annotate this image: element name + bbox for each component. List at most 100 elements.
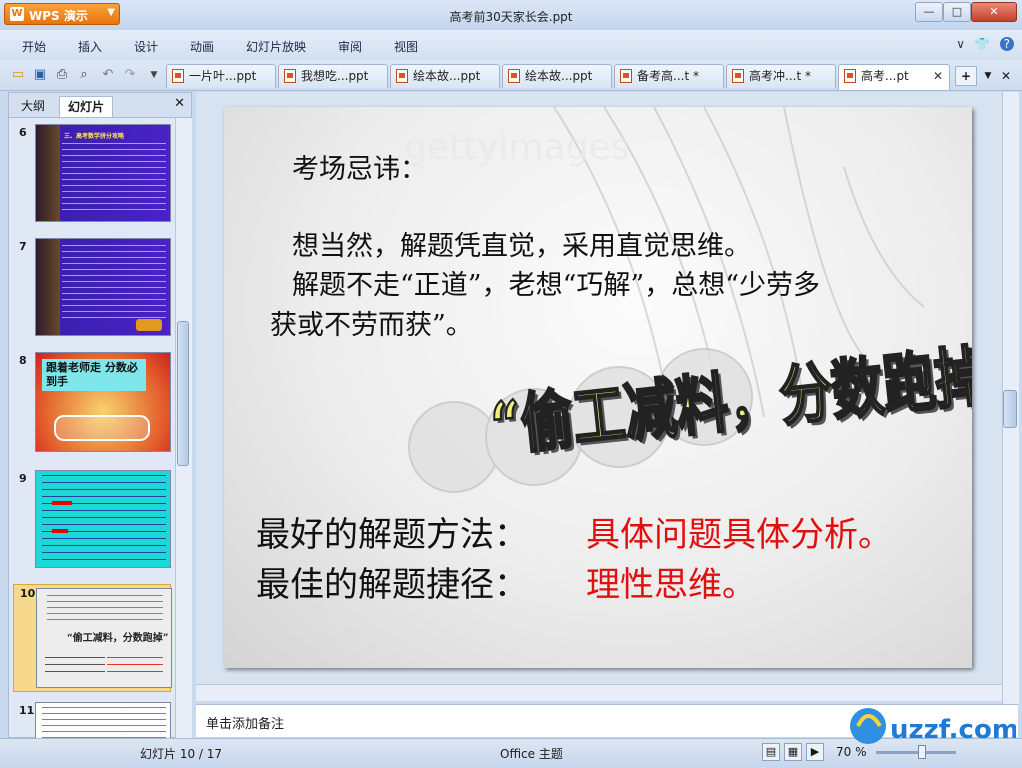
horizontal-scrollbar[interactable]: [196, 684, 1002, 701]
doc-tab-2[interactable]: 我想吃...ppt: [278, 64, 388, 88]
slide-editor: gettyimages 考场忌讳： 想当然，解题凭直觉，采用直觉思维。 解题不走…: [196, 92, 1002, 684]
slides-pane: 大纲 幻灯片 ✕ 6 三、高考数学拼分攻略 7 8 跟着老师走 分数必到手 9 …: [8, 92, 192, 738]
new-tab-button[interactable]: +: [955, 66, 977, 86]
thumbnail-slide-8[interactable]: 8 跟着老师走 分数必到手: [13, 352, 171, 454]
menu-home[interactable]: 开始: [22, 38, 46, 55]
normal-view-button[interactable]: ▤: [762, 743, 780, 761]
theme-name: Office 主题: [500, 747, 563, 761]
slide-heading: 考场忌讳：: [292, 154, 427, 185]
doc-tab-active[interactable]: 高考...pt ✕: [838, 64, 950, 90]
tab-label: 我想吃...ppt: [301, 69, 369, 83]
menu-right-controls: ∨ 👕 ?: [950, 37, 1014, 51]
thumbnail-title: 跟着老师走 分数必到手: [42, 359, 146, 391]
window-title: 高考前30天家长会.ppt: [449, 10, 573, 24]
uzzf-watermark-logo: uzzf.com: [850, 708, 1016, 745]
zoom-slider[interactable]: [876, 751, 956, 754]
thumbnail-number: 8: [19, 354, 27, 367]
ppt-file-icon: [172, 69, 184, 83]
slideshow-view-button[interactable]: ▶: [806, 743, 824, 761]
image-watermark: gettyimages: [404, 127, 630, 168]
thumbnail-number: 7: [19, 240, 27, 253]
thumbnail-number: 6: [19, 126, 27, 139]
tab-list-dropdown-icon[interactable]: ▼: [980, 66, 996, 86]
best-method-label: 最好的解题方法：: [256, 515, 528, 555]
current-slide[interactable]: gettyimages 考场忌讳： 想当然，解题凭直觉，采用直觉思维。 解题不走…: [224, 107, 972, 668]
tab-label: 绘本故...ppt: [413, 69, 481, 83]
doc-tab-4[interactable]: 绘本故...ppt: [502, 64, 612, 88]
doc-tab-5[interactable]: 备考高...t *: [614, 64, 724, 88]
thumbnail-slide-7[interactable]: 7: [13, 238, 171, 338]
thumbnail-slide-6[interactable]: 6 三、高考数学拼分攻略: [13, 124, 171, 224]
ppt-file-icon: [620, 69, 632, 83]
thumbnail-image: [35, 702, 171, 738]
dropdown-icon[interactable]: ▼: [146, 67, 162, 83]
close-document-icon[interactable]: ✕: [998, 66, 1014, 86]
ppt-file-icon: [508, 69, 520, 83]
maximize-button[interactable]: □: [943, 2, 971, 22]
redo-icon[interactable]: ↷: [122, 67, 138, 83]
vertical-scroll-thumb[interactable]: [1003, 390, 1017, 428]
menu-animation[interactable]: 动画: [190, 38, 214, 55]
menu-insert[interactable]: 插入: [78, 38, 102, 55]
thumbnail-slide-10-selected[interactable]: 10 “偷工减料，分数跑掉”: [13, 584, 172, 692]
ppt-file-icon: [732, 69, 744, 83]
doc-tab-3[interactable]: 绘本故...ppt: [390, 64, 500, 88]
tab-label: 高考冲...t *: [749, 69, 811, 83]
slide-line-3: 获或不劳而获”。: [270, 310, 473, 341]
tab-outline[interactable]: 大纲: [13, 96, 53, 117]
close-window-button[interactable]: ✕: [971, 2, 1017, 22]
minimize-button[interactable]: —: [915, 2, 943, 22]
open-icon[interactable]: ▭: [10, 67, 26, 83]
best-method-value: 具体问题具体分析。: [586, 515, 892, 555]
notes-placeholder: 单击添加备注: [206, 717, 285, 732]
menu-bar: 开始 插入 设计 动画 幻灯片放映 审阅 视图 ∨ 👕 ?: [0, 30, 1022, 60]
print-icon[interactable]: ⎙: [54, 67, 70, 83]
svg-text:uzzf.com: uzzf.com: [890, 715, 1016, 745]
thumbnail-title: 三、高考数学拼分攻略: [64, 133, 125, 140]
menu-slideshow[interactable]: 幻灯片放映: [246, 38, 306, 55]
menu-design[interactable]: 设计: [134, 38, 158, 55]
thumbnail-number: 11: [19, 704, 35, 717]
thumbnail-slide-11[interactable]: 11: [13, 702, 171, 738]
thumbnail-image: [35, 470, 171, 568]
ppt-file-icon: [284, 69, 296, 83]
doc-tab-6[interactable]: 高考冲...t *: [726, 64, 836, 88]
tab-label: 备考高...t *: [637, 69, 699, 83]
help-icon[interactable]: ?: [999, 37, 1014, 51]
best-path-label: 最佳的解题捷径：: [256, 565, 528, 605]
thumbnail-list: 6 三、高考数学拼分攻略 7 8 跟着老师走 分数必到手 9 10 “偷工减料，…: [9, 118, 175, 738]
slide-sorter-view-button[interactable]: ▦: [784, 743, 802, 761]
slide-line-2: 解题不走“正道”，老想“巧解”，总想“少劳多: [292, 270, 821, 301]
thumbnail-number: 9: [19, 472, 27, 485]
ppt-file-icon: [396, 69, 408, 83]
save-icon[interactable]: ▣: [32, 67, 48, 83]
tab-slides[interactable]: 幻灯片: [59, 96, 114, 117]
title-bar: W WPS 演示 ▼ 高考前30天家长会.ppt — □ ✕: [0, 0, 1022, 31]
thumbnail-scroll-thumb[interactable]: [177, 321, 189, 466]
print-preview-icon[interactable]: ⌕: [76, 67, 92, 83]
menu-review[interactable]: 审阅: [338, 38, 362, 55]
quick-toolbar: ▭ ▣ ⎙ ⌕ ↶ ↷ ▼ 一片叶...ppt 我想吃...ppt 绘本故...…: [0, 60, 1022, 91]
thumbnail-image: 跟着老师走 分数必到手: [35, 352, 171, 452]
thumbnail-image: “偷工减料，分数跑掉”: [36, 588, 172, 688]
thumbnail-title: “偷工减料，分数跑掉”: [67, 633, 169, 644]
menu-view[interactable]: 视图: [394, 38, 418, 55]
best-path-value: 理性思维。: [586, 565, 756, 605]
close-pane-icon[interactable]: ✕: [174, 96, 185, 111]
doc-tab-1[interactable]: 一片叶...ppt: [166, 64, 276, 88]
thumbnail-number: 10: [20, 587, 36, 600]
tab-label: 绘本故...ppt: [525, 69, 593, 83]
pane-tabs: 大纲 幻灯片 ✕: [9, 93, 191, 118]
tab-label: 高考...pt: [861, 69, 909, 83]
skin-icon[interactable]: 👕: [975, 37, 990, 51]
slide-indicator: 幻灯片 10 / 17: [140, 747, 223, 761]
thumbnail-image: [35, 238, 171, 336]
tab-label: 一片叶...ppt: [189, 69, 257, 83]
collapse-ribbon-icon[interactable]: ∨: [956, 37, 965, 51]
ppt-file-icon: [844, 69, 856, 83]
slide-line-1: 想当然，解题凭直觉，采用直觉思维。: [292, 231, 751, 262]
close-tab-icon[interactable]: ✕: [933, 65, 943, 87]
thumbnail-image: 三、高考数学拼分攻略: [35, 124, 171, 222]
thumbnail-slide-9[interactable]: 9: [13, 470, 171, 570]
undo-icon[interactable]: ↶: [100, 67, 116, 83]
